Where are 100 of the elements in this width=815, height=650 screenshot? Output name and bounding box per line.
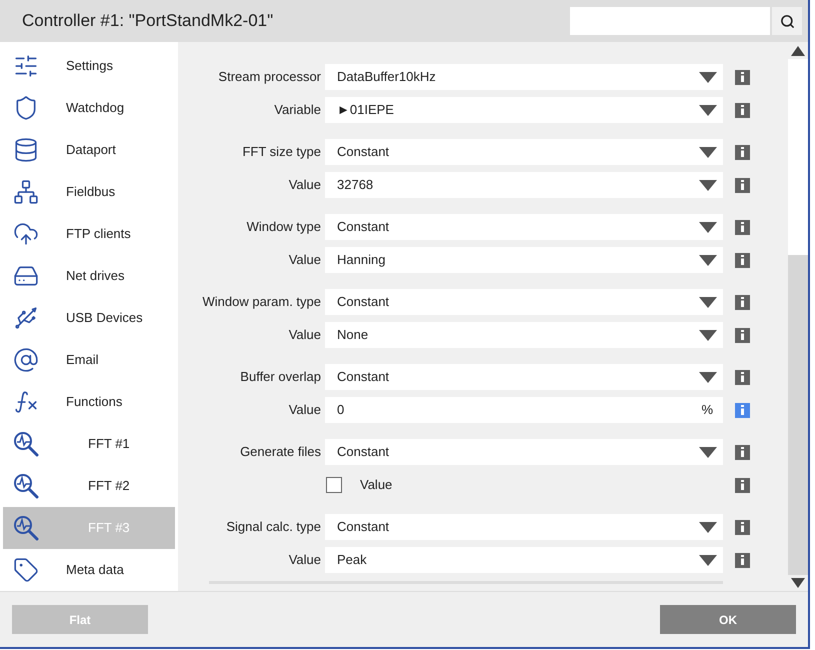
dropdown-field[interactable]: 32768 [325, 172, 723, 198]
field-label: Stream processor [218, 68, 321, 86]
dropdown-field[interactable]: Constant [325, 514, 723, 540]
info-button[interactable] [735, 328, 750, 342]
magnifier-pulse-icon [13, 431, 39, 457]
info-icon [741, 447, 744, 457]
info-button[interactable] [735, 552, 750, 568]
dropdown-field[interactable]: Constant [325, 214, 723, 240]
function-icon [13, 389, 39, 415]
search-icon [780, 14, 794, 28]
info-button[interactable] [735, 370, 750, 384]
footer-button[interactable]: OK [660, 605, 796, 634]
info-button[interactable] [735, 70, 750, 84]
info-icon [741, 72, 744, 82]
info-icon [741, 480, 744, 490]
sidebar-item[interactable]: Net drives [3, 255, 175, 297]
dropdown-field[interactable]: Peak [325, 547, 723, 573]
info-icon [741, 297, 744, 307]
field-label: Value [288, 551, 321, 570]
dropdown-caret-icon [699, 330, 717, 340]
info-icon [741, 522, 744, 532]
info-icon [741, 555, 744, 565]
database-icon [13, 137, 39, 163]
info-button[interactable] [735, 444, 750, 460]
dropdown-caret-icon [699, 222, 717, 232]
field-label: Window type [246, 218, 321, 236]
info-icon [741, 255, 744, 265]
input-field[interactable]: 0 % [325, 397, 723, 423]
field-label: Value [288, 326, 321, 344]
dropdown-caret-icon [699, 180, 717, 190]
field-label: Value [288, 176, 321, 194]
dropdown-field[interactable]: Constant [325, 364, 723, 390]
unit-label: % [701, 401, 713, 420]
dropdown-caret-icon [699, 72, 717, 82]
dropdown-caret-icon [699, 254, 717, 266]
scrollbar-track[interactable] [788, 59, 808, 575]
scroll-down-arrow-icon[interactable] [791, 578, 805, 588]
info-button[interactable] [735, 102, 750, 118]
scroll-up-arrow-icon[interactable] [791, 46, 805, 56]
tag-icon [13, 557, 39, 583]
sidebar-item[interactable]: Fieldbus [3, 171, 175, 213]
magnifier-pulse-icon [13, 473, 39, 499]
scrollbar-thumb[interactable] [788, 59, 808, 255]
usb-icon [13, 305, 39, 331]
magnifier-pulse-icon [13, 515, 39, 541]
info-button[interactable] [735, 478, 750, 492]
info-icon [741, 180, 744, 190]
field-label: Value [288, 401, 321, 420]
sidebar-item[interactable]: Watchdog [3, 87, 175, 129]
sidebar-item[interactable]: Meta data [3, 549, 175, 591]
sidebar-item[interactable]: Settings [3, 45, 175, 87]
info-button[interactable] [735, 144, 750, 160]
info-icon [741, 372, 744, 382]
sidebar-item[interactable]: Functions [3, 381, 175, 423]
info-icon [741, 330, 744, 340]
dropdown-field[interactable]: DataBuffer10kHz [325, 64, 723, 90]
dropdown-field[interactable]: None [325, 322, 723, 348]
cloud-upload-icon [13, 221, 39, 247]
sidebar-item[interactable]: Dataport [3, 129, 175, 171]
info-icon [741, 105, 744, 115]
field-label: Variable [274, 101, 321, 120]
dropdown-caret-icon [699, 522, 717, 532]
dropdown-field[interactable]: Constant [325, 439, 723, 465]
sidebar-item[interactable]: FTP clients [3, 213, 175, 255]
info-button[interactable] [735, 294, 750, 310]
field-label: Value [288, 251, 321, 270]
dropdown-field[interactable]: Constant [325, 289, 723, 315]
info-button[interactable] [735, 220, 750, 234]
sidebar-item[interactable]: USB Devices [3, 297, 175, 339]
field-label: Generate files [240, 443, 321, 462]
sidebar-item[interactable]: Email [3, 339, 175, 381]
field-label: Buffer overlap [240, 368, 321, 386]
dropdown-caret-icon [699, 372, 717, 382]
info-button[interactable] [735, 402, 750, 418]
sidebar-item[interactable]: FFT #2 [3, 465, 175, 507]
dropdown-caret-icon [699, 446, 717, 458]
info-button[interactable] [735, 520, 750, 534]
network-icon [13, 179, 39, 205]
dropdown-field[interactable]: ►01IEPE [325, 97, 723, 123]
field-label: Window param. type [202, 293, 321, 312]
dropdown-caret-icon [699, 146, 717, 158]
sliders-icon [13, 53, 39, 79]
info-icon [741, 222, 744, 232]
search-field[interactable] [570, 7, 770, 35]
dropdown-field[interactable]: Hanning [325, 247, 723, 273]
dropdown-caret-icon [699, 296, 717, 308]
checkbox-label: Value [360, 476, 392, 494]
window-title: Controller #1: "PortStandMk2-01" [22, 10, 274, 32]
sidebar-item[interactable]: FFT #1 [3, 423, 175, 465]
dropdown-field[interactable]: Constant [325, 139, 723, 165]
info-icon [741, 405, 744, 415]
at-sign-icon [13, 347, 39, 373]
info-button[interactable] [735, 252, 750, 268]
checkbox[interactable] [326, 477, 342, 493]
info-button[interactable] [735, 178, 750, 192]
dropdown-caret-icon [699, 104, 717, 116]
search-button[interactable] [772, 7, 802, 35]
field-label: FFT size type [242, 143, 321, 162]
dropdown-caret-icon [699, 554, 717, 566]
field-label: Signal calc. type [226, 518, 321, 536]
